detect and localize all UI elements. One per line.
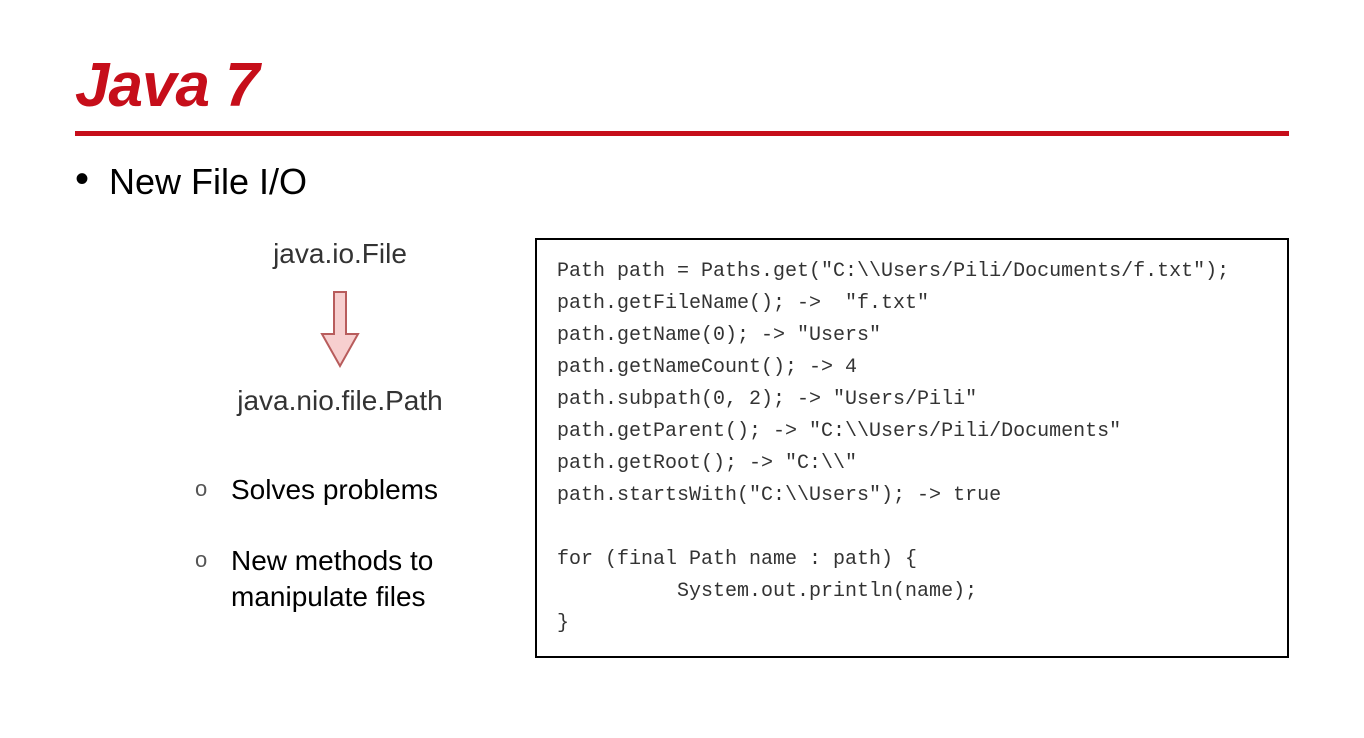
circle-bullet-icon: o (195, 476, 209, 502)
sub-bullet-text: New methods to manipulate files (231, 543, 491, 615)
sub-bullet-item: o Solves problems (195, 472, 491, 508)
main-bullet-text: New File I/O (109, 161, 307, 203)
title-divider (75, 131, 1289, 136)
content-row: java.io.File java.nio.file.Path o Solves… (75, 238, 1289, 658)
circle-bullet-icon: o (195, 547, 209, 573)
right-column: Path path = Paths.get("C:\\Users/Pili/Do… (495, 238, 1289, 658)
new-class-label: java.nio.file.Path (237, 385, 442, 417)
sub-bullet-item: o New methods to manipulate files (195, 543, 491, 615)
code-example: Path path = Paths.get("C:\\Users/Pili/Do… (535, 238, 1289, 658)
sub-bullet-text: Solves problems (231, 472, 438, 508)
slide: Java 7 • New File I/O java.io.File java.… (0, 0, 1364, 738)
bullet-dot-icon: • (75, 161, 89, 197)
slide-title: Java 7 (75, 50, 1289, 121)
old-class-label: java.io.File (273, 238, 407, 270)
down-arrow-icon (320, 290, 360, 373)
main-bullet: • New File I/O (75, 161, 1289, 203)
left-column: java.io.File java.nio.file.Path o Solves… (75, 238, 495, 658)
sub-bullet-list: o Solves problems o New methods to manip… (195, 472, 491, 650)
